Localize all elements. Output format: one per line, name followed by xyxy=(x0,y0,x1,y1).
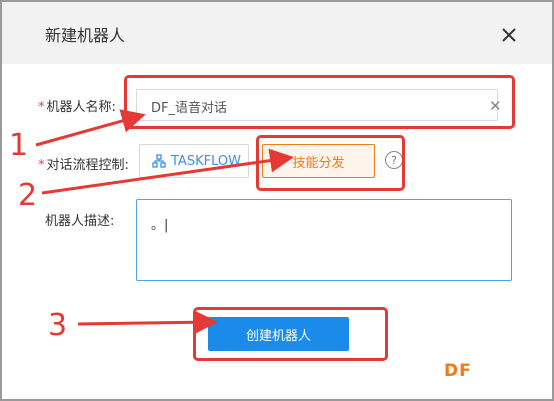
arrow-3 xyxy=(77,310,218,335)
annotation-arrows xyxy=(35,109,294,335)
arrow-1 xyxy=(35,109,146,147)
watermark-logo: DF xyxy=(444,361,472,381)
arrow-2 xyxy=(41,148,294,195)
